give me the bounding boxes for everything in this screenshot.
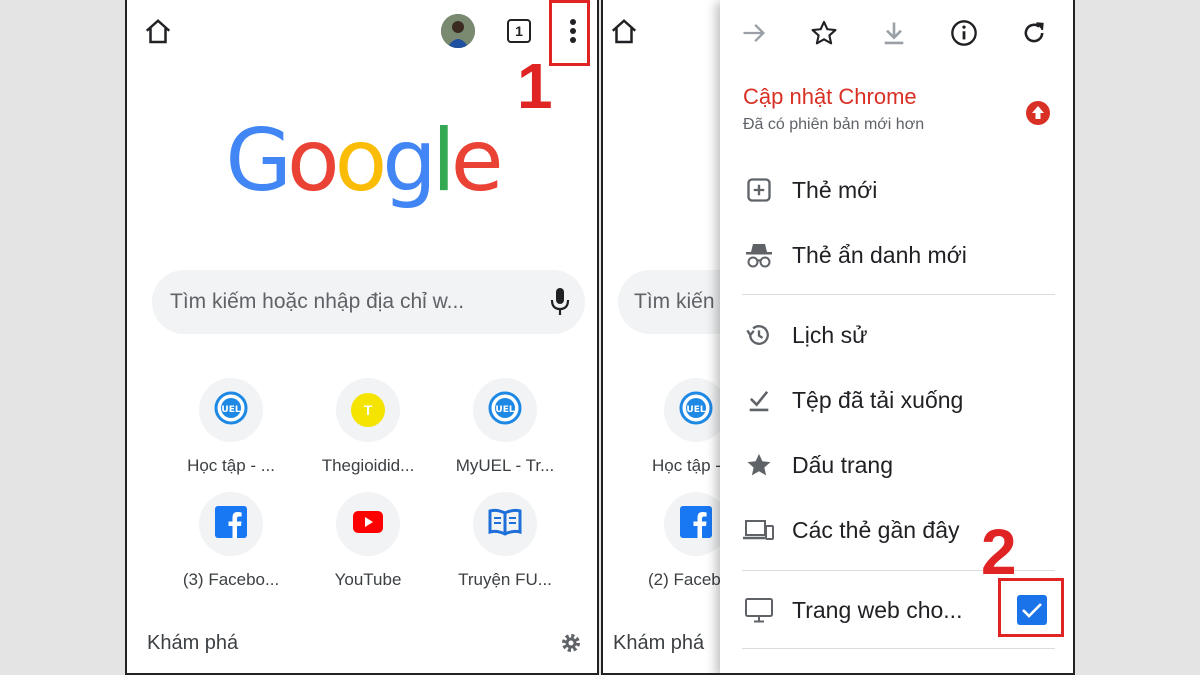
- gear-icon[interactable]: [559, 631, 583, 660]
- menu-item-incognito[interactable]: Thẻ ẩn danh mới: [720, 235, 1073, 275]
- shortcut-tile[interactable]: T Thegioidid...: [300, 378, 436, 476]
- uel-logo-icon: UEL: [213, 390, 249, 431]
- desktop-site-icon: [743, 594, 775, 626]
- menu-item-new-tab[interactable]: Thẻ mới: [720, 170, 1073, 210]
- info-icon[interactable]: [950, 19, 978, 47]
- menu-divider: [742, 294, 1055, 295]
- step-number-1: 1: [517, 50, 553, 122]
- menu-item-label: Thẻ mới: [792, 176, 878, 203]
- svg-text:UEL: UEL: [686, 405, 705, 415]
- discover-label: Khám phá: [147, 632, 239, 654]
- shortcut-tile[interactable]: (3) Facebo...: [163, 492, 299, 590]
- menu-item-label: Tệp đã tải xuống: [792, 386, 964, 413]
- menu-toolbar: [720, 0, 1073, 66]
- menu-item-history[interactable]: Lịch sử: [720, 315, 1073, 355]
- recent-tabs-icon: [743, 514, 775, 546]
- uel-logo-icon: UEL: [678, 390, 714, 431]
- google-logo: Google: [225, 111, 503, 211]
- refresh-icon[interactable]: [1020, 19, 1048, 47]
- search-placeholder: Tìm kiến: [634, 290, 715, 313]
- uel-logo-icon: UEL: [487, 390, 523, 431]
- tile-label: Học tập -: [652, 456, 721, 475]
- download-icon[interactable]: [880, 19, 908, 47]
- history-icon: [743, 319, 775, 351]
- search-bar[interactable]: Tìm kiếm hoặc nhập địa chỉ w...: [152, 270, 585, 334]
- tile-label: Truyện FU...: [458, 570, 552, 589]
- right-phone-screen: Tìm kiến UEL Học tập - (2) Faceb Khám ph…: [601, 0, 1075, 675]
- menu-item-label: Trang web cho...: [792, 596, 963, 623]
- tile-label: (2) Faceb: [648, 570, 721, 589]
- tab-switcher-button[interactable]: 1: [507, 19, 531, 43]
- menu-item-label: Thẻ ẩn danh mới: [792, 241, 967, 268]
- youtube-icon: [353, 510, 383, 538]
- tile-label: Học tập - ...: [187, 456, 275, 475]
- update-title: Cập nhật Chrome: [743, 84, 917, 109]
- downloads-icon: [743, 384, 775, 416]
- menu-item-recent-tabs[interactable]: Các thẻ gần đây: [720, 510, 1073, 550]
- home-icon[interactable]: [609, 17, 639, 47]
- tile-label: Thegioidid...: [321, 456, 415, 475]
- home-icon[interactable]: [143, 17, 173, 47]
- update-arrow-icon: [1025, 100, 1051, 131]
- shortcut-tile[interactable]: [664, 492, 728, 556]
- shortcut-tile[interactable]: Truyện FU...: [437, 492, 573, 590]
- shortcut-tile[interactable]: YouTube: [300, 492, 436, 590]
- forward-arrow-icon[interactable]: [740, 19, 768, 47]
- facebook-icon: [680, 505, 712, 543]
- shortcut-tile[interactable]: UEL Học tập - ...: [163, 378, 299, 476]
- menu-item-label: Lịch sử: [792, 321, 868, 348]
- incognito-icon: [743, 239, 775, 271]
- shortcut-tile[interactable]: UEL MyUEL - Tr...: [437, 378, 573, 476]
- bookmark-star-icon: [743, 449, 775, 481]
- menu-item-downloads[interactable]: Tệp đã tải xuống: [720, 380, 1073, 420]
- step-number-2: 2: [981, 516, 1017, 588]
- avatar[interactable]: [441, 14, 475, 48]
- new-tab-icon: [743, 174, 775, 206]
- search-placeholder: Tìm kiếm hoặc nhập địa chỉ w...: [170, 290, 465, 313]
- shortcut-tile[interactable]: UEL: [664, 378, 728, 442]
- tab-count: 1: [515, 23, 523, 39]
- microphone-icon[interactable]: [549, 286, 571, 323]
- svg-text:UEL: UEL: [495, 405, 514, 415]
- menu-item-bookmarks[interactable]: Dấu trang: [720, 445, 1073, 485]
- svg-text:UEL: UEL: [221, 405, 240, 415]
- book-icon: [488, 508, 522, 541]
- tile-label: YouTube: [334, 570, 402, 589]
- highlight-box: [549, 0, 590, 66]
- facebook-icon: [215, 505, 247, 543]
- menu-item-label: Các thẻ gần đây: [792, 516, 960, 543]
- discover-label: Khám phá: [613, 632, 705, 654]
- letter-t-icon: T: [351, 393, 385, 427]
- update-chrome-item[interactable]: Cập nhật Chrome Đã có phiên bản mới hơn: [743, 84, 924, 134]
- update-subtitle: Đã có phiên bản mới hơn: [743, 116, 925, 133]
- tile-label: (3) Facebo...: [182, 570, 280, 589]
- chrome-overflow-menu: Cập nhật Chrome Đã có phiên bản mới hơn …: [720, 0, 1073, 673]
- menu-divider: [742, 648, 1055, 649]
- tile-label: MyUEL - Tr...: [455, 456, 555, 475]
- left-phone-screen: 1 1 Google Tìm kiếm hoặc nhập địa chỉ w.…: [125, 0, 599, 675]
- star-icon[interactable]: [810, 19, 838, 47]
- menu-item-label: Dấu trang: [792, 451, 894, 478]
